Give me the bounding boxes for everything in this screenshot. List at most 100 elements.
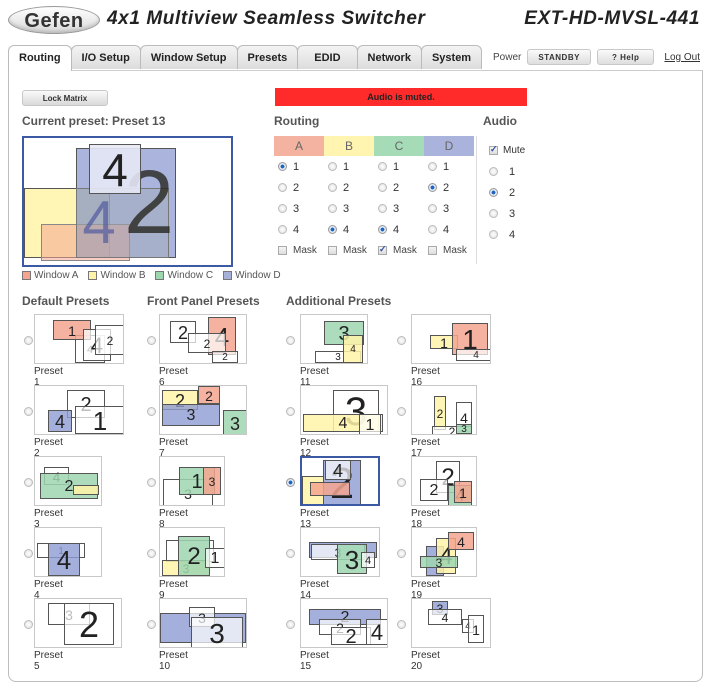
radio-button[interactable]	[378, 225, 387, 234]
radio-button[interactable]	[428, 225, 437, 234]
radio-button[interactable]	[489, 188, 498, 197]
preset-thumbnail[interactable]: 2423	[411, 385, 477, 435]
tab-presets[interactable]: Presets	[236, 45, 299, 69]
tab-io-setup[interactable]: I/O Setup	[70, 45, 141, 69]
tab-window-setup[interactable]: Window Setup	[139, 45, 238, 69]
mask-c[interactable]: Mask	[374, 244, 424, 256]
preset-thumbnail[interactable]: 4142	[34, 314, 124, 364]
routing-option-c-1[interactable]: 1	[374, 161, 424, 173]
routing-option-b-3[interactable]: 3	[324, 203, 374, 215]
radio-button[interactable]	[328, 162, 337, 171]
radio-button[interactable]	[378, 204, 387, 213]
preset-thumbnail[interactable]: 334	[300, 314, 368, 364]
radio-button[interactable]	[489, 209, 498, 218]
audio-option-3[interactable]: 3	[487, 203, 525, 224]
routing-option-a-1[interactable]: 1	[274, 161, 324, 173]
routing-option-d-2[interactable]: 2	[424, 182, 474, 194]
help-button[interactable]: ? Help	[596, 49, 655, 65]
preset-thumbnail[interactable]: 2224	[300, 598, 388, 648]
preset-radio[interactable]	[147, 620, 156, 629]
mask-a[interactable]: Mask	[274, 245, 324, 256]
mask-d[interactable]: Mask	[424, 245, 474, 256]
routing-option-a-4[interactable]: 4	[274, 224, 324, 236]
radio-button[interactable]	[489, 230, 498, 239]
radio-button[interactable]	[428, 162, 437, 171]
routing-option-b-4[interactable]: 4	[324, 224, 374, 236]
preset-thumbnail[interactable]: 3441	[411, 598, 491, 648]
routing-option-d-4[interactable]: 4	[424, 224, 474, 236]
routing-option-b-2[interactable]: 2	[324, 182, 374, 194]
radio-button[interactable]	[278, 183, 287, 192]
preset-thumbnail[interactable]: 32	[34, 598, 122, 648]
preset-radio[interactable]	[286, 407, 295, 416]
preset-radio[interactable]	[286, 620, 295, 629]
preset-radio[interactable]	[397, 407, 406, 416]
audio-option-4[interactable]: 4	[487, 224, 525, 245]
radio-button[interactable]	[328, 183, 337, 192]
preset-thumbnail[interactable]: 42	[34, 456, 102, 506]
radio-button[interactable]	[328, 204, 337, 213]
preset-thumbnail[interactable]: 2422	[159, 314, 247, 364]
routing-option-d-3[interactable]: 3	[424, 203, 474, 215]
mute-checkbox[interactable]	[489, 144, 498, 155]
preset-radio[interactable]	[286, 336, 295, 345]
mask-checkbox[interactable]	[278, 246, 287, 255]
radio-button[interactable]	[428, 183, 437, 192]
preset-thumbnail[interactable]: 24	[300, 456, 380, 506]
preset-radio[interactable]	[147, 478, 156, 487]
routing-option-c-4[interactable]: 4	[374, 224, 424, 236]
preset-radio[interactable]	[397, 620, 406, 629]
preset-thumbnail[interactable]: 321	[159, 527, 225, 577]
radio-button[interactable]	[278, 162, 287, 171]
lock-matrix-button[interactable]: Lock Matrix	[22, 90, 108, 106]
preset-thumbnail[interactable]: 14	[34, 527, 102, 577]
routing-option-c-2[interactable]: 2	[374, 182, 424, 194]
tab-network[interactable]: Network	[356, 45, 422, 69]
preset-radio[interactable]	[397, 549, 406, 558]
preset-thumbnail[interactable]: 2241	[411, 456, 477, 506]
radio-button[interactable]	[378, 183, 387, 192]
preset-thumbnail[interactable]: 434	[411, 527, 477, 577]
preset-thumbnail[interactable]: 313	[159, 456, 225, 506]
preset-radio[interactable]	[397, 336, 406, 345]
preset-radio[interactable]	[397, 478, 406, 487]
routing-option-c-3[interactable]: 3	[374, 203, 424, 215]
mask-b[interactable]: Mask	[324, 245, 374, 256]
radio-button[interactable]	[378, 162, 387, 171]
radio-button[interactable]	[428, 204, 437, 213]
mute-checkbox-row[interactable]: Mute	[487, 140, 525, 161]
preset-radio[interactable]	[24, 620, 33, 629]
preset-radio[interactable]	[147, 407, 156, 416]
tab-system[interactable]: System	[420, 45, 483, 69]
preset-radio[interactable]	[24, 336, 33, 345]
routing-option-a-2[interactable]: 2	[274, 182, 324, 194]
preset-radio[interactable]	[24, 407, 33, 416]
logout-link[interactable]: Log Out	[664, 52, 700, 63]
preset-thumbnail[interactable]: 334	[300, 527, 380, 577]
tab-edid[interactable]: EDID	[297, 45, 358, 69]
preset-radio[interactable]	[147, 549, 156, 558]
preset-radio[interactable]	[24, 549, 33, 558]
preset-radio[interactable]	[286, 549, 295, 558]
mask-checkbox[interactable]	[328, 246, 337, 255]
radio-button[interactable]	[328, 225, 337, 234]
preset-thumbnail[interactable]: 241	[34, 385, 124, 435]
standby-button[interactable]: STANDBY	[527, 49, 591, 65]
preset-thumbnail[interactable]: 2233	[159, 385, 247, 435]
preset-thumbnail[interactable]: 33	[159, 598, 247, 648]
radio-button[interactable]	[278, 225, 287, 234]
preset-thumbnail[interactable]: 114	[411, 314, 491, 364]
routing-option-b-1[interactable]: 1	[324, 161, 374, 173]
audio-option-1[interactable]: 1	[487, 161, 525, 182]
preset-radio[interactable]	[286, 478, 295, 487]
mask-checkbox[interactable]	[378, 244, 387, 255]
routing-option-a-3[interactable]: 3	[274, 203, 324, 215]
routing-option-d-1[interactable]: 1	[424, 161, 474, 173]
tab-routing[interactable]: Routing	[8, 45, 72, 71]
preset-radio[interactable]	[24, 478, 33, 487]
preset-thumbnail[interactable]: 341	[300, 385, 388, 435]
mask-checkbox[interactable]	[428, 246, 437, 255]
radio-button[interactable]	[278, 204, 287, 213]
radio-button[interactable]	[489, 167, 498, 176]
preset-radio[interactable]	[147, 336, 156, 345]
